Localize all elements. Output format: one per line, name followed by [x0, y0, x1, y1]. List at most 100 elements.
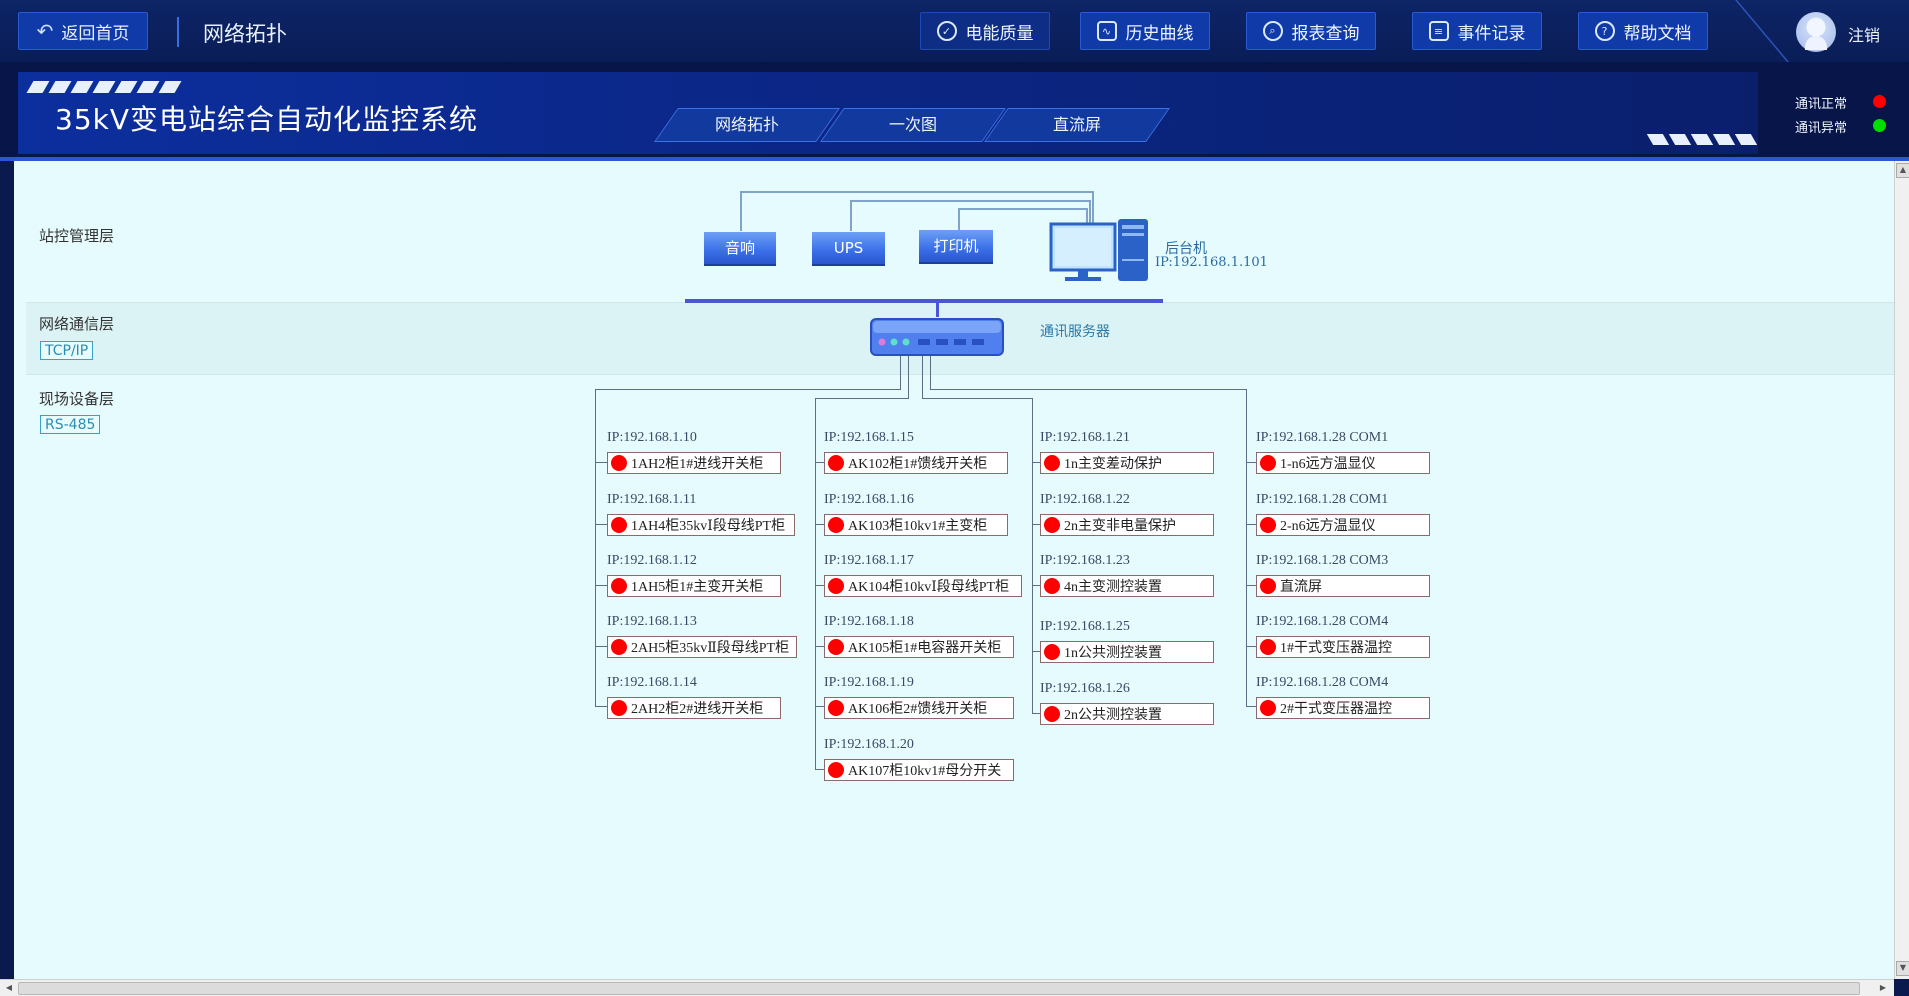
field-device-box[interactable]: 1AH5柜1#主变开关柜	[607, 575, 781, 597]
station-link-line	[850, 200, 1090, 202]
device-branch-line	[1246, 646, 1256, 647]
device-name: 1AH4柜35kvⅠ段母线PT柜	[631, 519, 786, 534]
status-dot-icon	[828, 455, 844, 471]
device-ip: IP:192.168.1.25	[1040, 619, 1130, 634]
device-ip: IP:192.168.1.15	[824, 430, 914, 445]
device-ip: IP:192.168.1.28 COM3	[1256, 553, 1389, 568]
host-computer-icon[interactable]	[1048, 219, 1148, 283]
legend-normal: 通讯正常	[1795, 93, 1886, 112]
rs485-badge: RS-485	[40, 415, 101, 434]
switch-server-icon[interactable]	[870, 318, 1004, 358]
scroll-right-icon[interactable]: ▶	[1876, 981, 1890, 994]
device-branch-line	[1032, 585, 1040, 586]
nav-history-curve-button[interactable]: ∿ 历史曲线	[1080, 12, 1210, 50]
field-device-box[interactable]: AK107柜10kv1#母分开关	[824, 759, 1014, 781]
back-home-button[interactable]: ↶ 返回首页	[18, 12, 148, 50]
scroll-left-icon[interactable]: ◀	[2, 981, 16, 994]
status-dot-icon	[1260, 578, 1276, 594]
host-ip: IP:192.168.1.101	[1155, 255, 1268, 270]
tab-network-topology[interactable]: 网络拓扑	[654, 108, 840, 142]
device-ip: IP:192.168.1.20	[824, 737, 914, 752]
device-name: AK105柜1#电容器开关柜	[848, 641, 1002, 656]
field-device-box[interactable]: 直流屏	[1256, 575, 1430, 597]
status-dot-icon	[1044, 455, 1060, 471]
chart-icon: ∿	[1096, 21, 1117, 41]
field-device-box[interactable]: 1-n6远方温显仪	[1256, 452, 1430, 474]
topology-canvas	[14, 161, 1894, 979]
station-link-line	[850, 200, 852, 231]
field-device-box[interactable]: 1AH2柜1#进线开关柜	[607, 452, 781, 474]
bus-to-server-line	[936, 303, 939, 317]
network-bus-bar	[685, 299, 1163, 303]
tab-network-topology-label: 网络拓扑	[714, 115, 779, 134]
ups-device[interactable]: UPS	[812, 232, 885, 264]
scroll-down-icon[interactable]: ▼	[1896, 961, 1909, 976]
field-device-box[interactable]: AK106柜2#馈线开关柜	[824, 697, 1014, 719]
field-device-box[interactable]: 2-n6远方温显仪	[1256, 514, 1430, 536]
field-device-box[interactable]: 1n公共测控装置	[1040, 641, 1214, 663]
device-ip: IP:192.168.1.10	[607, 430, 697, 445]
field-device-box[interactable]: AK104柜10kvⅠ段母线PT柜	[824, 575, 1022, 597]
field-device-box[interactable]: 2AH5柜35kvⅡ段母线PT柜	[607, 636, 797, 658]
nav-event-log-button[interactable]: ≡ 事件记录	[1412, 12, 1542, 50]
device-ip: IP:192.168.1.17	[824, 553, 914, 568]
scroll-up-icon[interactable]: ▲	[1896, 163, 1909, 178]
field-device-box[interactable]: AK103柜10kv1#主变柜	[824, 514, 1008, 536]
device-name: 2n公共测控装置	[1064, 708, 1162, 723]
station-link-line	[740, 191, 1093, 193]
device-ip: IP:192.168.1.28 COM1	[1256, 430, 1389, 445]
field-device-box[interactable]: 2n主变非电量保护	[1040, 514, 1214, 536]
vertical-scrollbar[interactable]: ▲ ▼	[1894, 161, 1909, 979]
horizontal-scroll-thumb[interactable]	[18, 982, 1860, 995]
printer-device[interactable]: 打印机	[919, 230, 993, 262]
status-dot-icon	[611, 455, 627, 471]
device-name: 1-n6远方温显仪	[1280, 457, 1376, 472]
nav-report-query-label: 报表查询	[1291, 23, 1360, 44]
field-device-box[interactable]: 2AH2柜2#进线开关柜	[607, 697, 781, 719]
device-branch-line	[815, 769, 824, 770]
title-stripes-decoration	[26, 78, 184, 97]
status-dot-icon	[828, 700, 844, 716]
status-dot-icon	[1260, 455, 1276, 471]
device-ip: IP:192.168.1.21	[1040, 430, 1130, 445]
nav-power-quality-button[interactable]: ✓ 电能质量	[920, 12, 1050, 50]
station-layer-label: 站控管理层	[39, 227, 115, 245]
device-name: 2AH2柜2#进线开关柜	[631, 702, 764, 717]
page-title: 网络拓扑	[203, 22, 287, 46]
device-ip: IP:192.168.1.26	[1040, 681, 1130, 696]
device-branch-line	[1032, 651, 1040, 652]
status-dot-icon	[611, 578, 627, 594]
tab-single-line-diagram[interactable]: 一次图	[820, 108, 1006, 142]
field-device-box[interactable]: 1#干式变压器温控	[1256, 636, 1430, 658]
device-name: 1#干式变压器温控	[1280, 641, 1392, 656]
logout-link[interactable]: 注销	[1848, 22, 1880, 46]
device-name: 1n主变差动保护	[1064, 457, 1162, 472]
nav-help-doc-button[interactable]: ? 帮助文档	[1578, 12, 1708, 50]
status-dot-icon	[828, 639, 844, 655]
column-1-bus	[595, 389, 596, 706]
field-device-box[interactable]: 2#干式变压器温控	[1256, 697, 1430, 719]
field-trunk-line-d	[930, 389, 1246, 390]
device-branch-line	[1032, 713, 1040, 714]
field-layer-label: 现场设备层	[39, 390, 115, 408]
status-dot-icon	[1260, 700, 1276, 716]
field-device-box[interactable]: 1n主变差动保护	[1040, 452, 1214, 474]
horizontal-scrollbar[interactable]: ◀ ▶	[0, 979, 1894, 996]
field-device-box[interactable]: AK102柜1#馈线开关柜	[824, 452, 1008, 474]
field-device-box[interactable]: 1AH4柜35kvⅠ段母线PT柜	[607, 514, 795, 536]
field-device-box[interactable]: 4n主变测控装置	[1040, 575, 1214, 597]
field-device-box[interactable]: AK105柜1#电容器开关柜	[824, 636, 1014, 658]
status-dot-icon	[1044, 517, 1060, 533]
status-dot-icon	[611, 639, 627, 655]
field-device-box[interactable]: 2n公共测控装置	[1040, 703, 1214, 725]
header-divider	[177, 17, 179, 47]
device-branch-line	[815, 524, 824, 525]
device-name: AK107柜10kv1#母分开关	[848, 764, 1002, 779]
speaker-device[interactable]: 音响	[704, 232, 776, 264]
device-name: 2#干式变压器温控	[1280, 702, 1392, 717]
system-title: 35kV变电站综合自动化监控系统	[55, 103, 478, 136]
tab-dc-panel[interactable]: 直流屏	[984, 108, 1170, 142]
nav-report-query-button[interactable]: ⌕ 报表查询	[1246, 12, 1376, 50]
device-branch-line	[1032, 524, 1040, 525]
avatar[interactable]	[1796, 12, 1836, 52]
